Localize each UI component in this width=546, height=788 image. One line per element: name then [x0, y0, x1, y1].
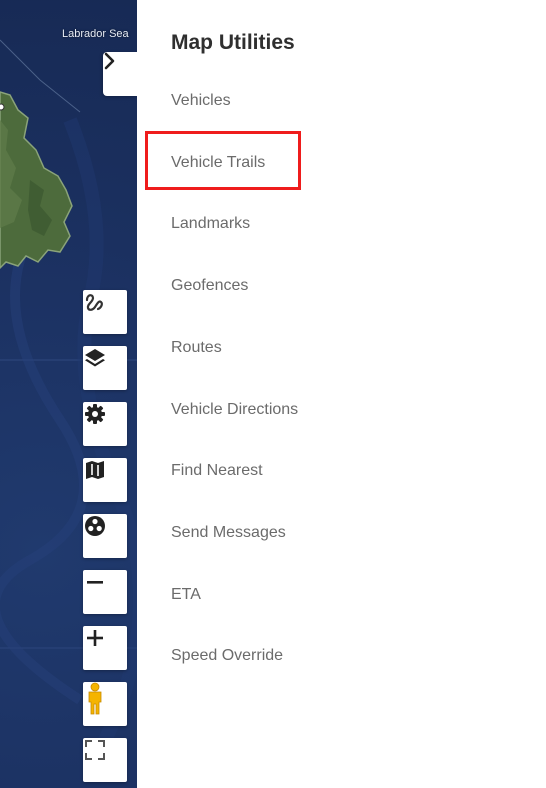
menu-item-landmarks[interactable]: Landmarks [171, 215, 250, 233]
layers-icon [85, 349, 105, 367]
menu-item-find-nearest[interactable]: Find Nearest [171, 462, 263, 480]
gear-icon [85, 404, 105, 424]
fullscreen-button[interactable] [83, 738, 127, 782]
minus-icon [87, 581, 103, 584]
cluster-button[interactable] [83, 514, 127, 558]
zoom-in-button[interactable] [83, 626, 127, 670]
zoom-out-button[interactable] [83, 570, 127, 614]
menu-item-geofences[interactable]: Geofences [171, 277, 248, 295]
settings-button[interactable] [83, 402, 127, 446]
layers-button[interactable] [83, 346, 127, 390]
menu-item-speed-override[interactable]: Speed Override [171, 647, 283, 665]
map-icon [86, 461, 104, 479]
pegman-icon [88, 682, 102, 715]
menu-item-vehicles[interactable]: Vehicles [171, 92, 231, 110]
street-view-button[interactable] [83, 682, 127, 726]
map-view[interactable]: Labrador Sea [0, 0, 137, 788]
panel-toggle-button[interactable] [103, 52, 137, 96]
map-utilities-panel: Map Utilities Vehicles Vehicle Trails La… [137, 0, 546, 788]
map-label-labrador-sea: Labrador Sea [62, 28, 129, 40]
menu-item-routes[interactable]: Routes [171, 339, 222, 357]
cluster-icon [85, 516, 105, 536]
fullscreen-icon [85, 740, 105, 760]
trail-tool-button[interactable] [83, 290, 127, 334]
menu-item-vehicle-directions[interactable]: Vehicle Directions [171, 401, 298, 419]
map-type-button[interactable] [83, 458, 127, 502]
chevron-right-icon [104, 52, 115, 70]
plus-icon [87, 630, 103, 646]
menu-item-eta[interactable]: ETA [171, 586, 201, 604]
menu-item-vehicle-trails[interactable]: Vehicle Trails [171, 154, 265, 172]
panel-title: Map Utilities [171, 31, 295, 54]
squiggle-icon [85, 294, 103, 311]
menu-item-send-messages[interactable]: Send Messages [171, 524, 286, 542]
